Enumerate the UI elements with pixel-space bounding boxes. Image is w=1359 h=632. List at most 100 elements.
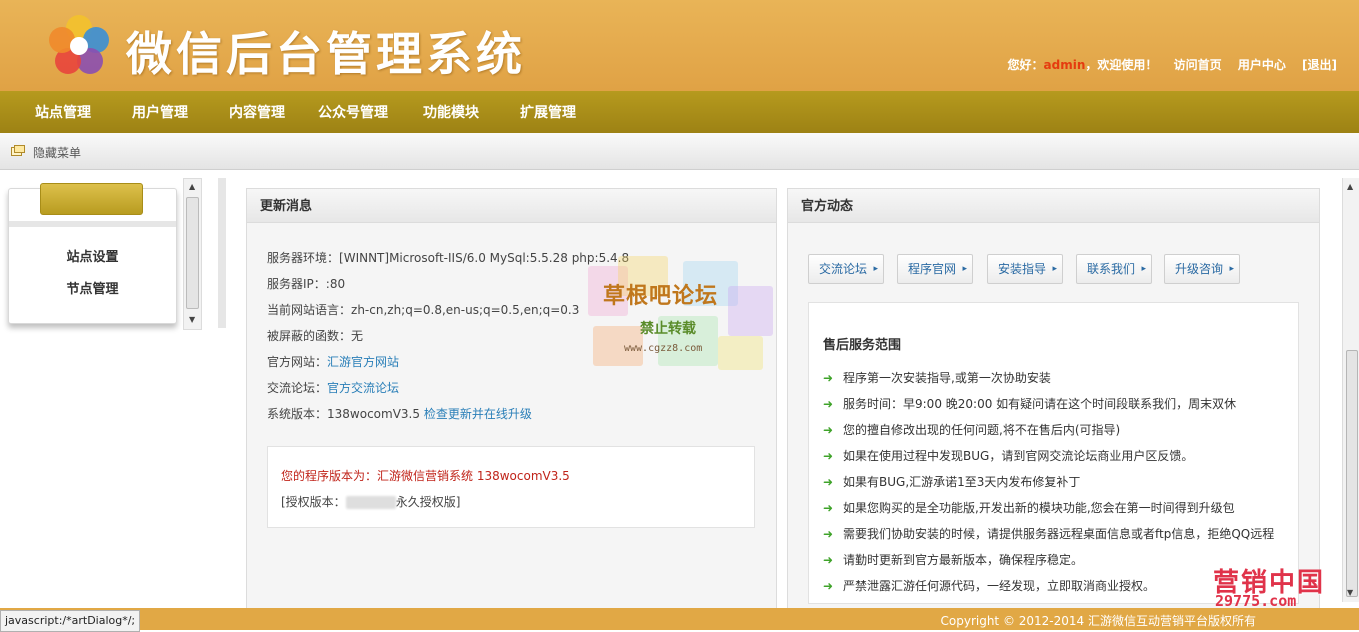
- disabled-functions-value: 无: [351, 329, 364, 343]
- main-nav: 站点管理 用户管理 内容管理 公众号管理 功能模块 扩展管理: [0, 91, 1359, 133]
- list-item: ➜ 服务时间：早9:00 晚20:00 如有疑问请在这个时间段联系我们，周末双休: [823, 395, 1236, 412]
- page-scrollbar[interactable]: ▲ ▼: [1342, 178, 1359, 602]
- forum-button[interactable]: 交流论坛 ▸: [808, 254, 885, 284]
- list-item: ➜ 您的擅自修改出现的任何问题,将不在售后内(可指导): [823, 421, 1120, 438]
- watermark-block: [718, 336, 763, 370]
- scroll-up-icon[interactable]: ▲: [1347, 182, 1353, 191]
- list-item: ➜ 需要我们协助安装的时候，请提供服务器远程桌面信息或者ftp信息，拒绝QQ远程: [823, 525, 1274, 542]
- list-item: ➜ 程序第一次安装指导,或第一次协助安装: [823, 369, 1051, 386]
- welcome-label: ，欢迎使用！: [1085, 58, 1158, 72]
- license-suffix: 永久授权版]: [395, 495, 461, 509]
- service-item-text: 需要我们协助安装的时候，请提供服务器远程桌面信息或者ftp信息，拒绝QQ远程: [843, 527, 1275, 541]
- green-arrow-icon: ➜: [823, 423, 834, 437]
- forum-line: 交流论坛：官方交流论坛: [267, 379, 399, 396]
- watermark-url: www.cgzz8.com: [624, 343, 703, 354]
- contact-us-button-label: 联系我们: [1087, 262, 1136, 276]
- sidebar-splitter[interactable]: [218, 178, 226, 328]
- sidebar-item-node-management[interactable]: 节点管理: [9, 278, 176, 297]
- nav-user-management[interactable]: 用户管理: [132, 91, 188, 133]
- service-item-text: 请勤时更新到官方最新版本，确保程序稳定。: [843, 553, 1084, 567]
- official-site-button[interactable]: 程序官网 ▸: [897, 254, 974, 284]
- service-item-text: 如果在使用过程中发现BUG，请到官网交流论坛商业用户区反馈。: [843, 449, 1194, 463]
- logout-link[interactable]: [退出]: [1302, 58, 1337, 72]
- official-site-button-label: 程序官网: [908, 262, 957, 276]
- list-item: ➜ 请勤时更新到官方最新版本，确保程序稳定。: [823, 551, 1083, 568]
- arrow-right-icon: ▸: [962, 264, 968, 274]
- green-arrow-icon: ➜: [823, 397, 834, 411]
- watermark-title: 草根吧论坛: [603, 284, 719, 309]
- nav-function-modules[interactable]: 功能模块: [423, 91, 479, 133]
- official-news-panel: 官方动态 交流论坛 ▸ 程序官网 ▸ 安装指导 ▸ 联系我们 ▸ 升级咨询 ▸ 售后服务范…: [787, 188, 1320, 610]
- visit-home-link[interactable]: 访问首页: [1174, 58, 1222, 72]
- official-site-link[interactable]: 汇游官方网站: [327, 355, 399, 369]
- nav-extension-management[interactable]: 扩展管理: [520, 91, 576, 133]
- version-box: 您的程序版本为：汇游微信营销系统 138wocomV3.5 [授权版本： 永久授权…: [267, 446, 755, 528]
- server-ip-label: 服务器IP：: [267, 277, 326, 291]
- service-item-text: 如果有BUG,汇游承诺1至3天内发布修复补丁: [843, 475, 1081, 489]
- official-site-line: 官方网站：汇游官方网站: [267, 353, 399, 370]
- hide-menu-icon[interactable]: [11, 145, 25, 156]
- update-panel-title: 更新消息: [247, 189, 776, 223]
- green-arrow-icon: ➜: [823, 501, 834, 515]
- scroll-up-icon[interactable]: ▲: [189, 182, 195, 191]
- upgrade-consult-button[interactable]: 升级咨询 ▸: [1164, 254, 1241, 284]
- forum-button-label: 交流论坛: [819, 262, 868, 276]
- service-item-text: 程序第一次安装指导,或第一次协助安装: [843, 371, 1051, 385]
- hide-menu-button[interactable]: 隐藏菜单: [33, 144, 81, 161]
- arrow-right-icon: ▸: [1141, 264, 1147, 274]
- forum-link[interactable]: 官方交流论坛: [327, 381, 399, 395]
- site-language-label: 当前网站语言：: [267, 303, 352, 317]
- forum-label: 交流论坛：: [267, 381, 328, 395]
- user-bar: 您好：admin，欢迎使用！ 访问首页 用户中心 [退出]: [1008, 56, 1337, 73]
- license-redacted: [345, 496, 396, 509]
- install-guide-button[interactable]: 安装指导 ▸: [987, 254, 1064, 284]
- copyright-text: Copyright © 2012-2014 汇游微信互动营销平台版权所有: [940, 614, 1257, 628]
- arrow-right-icon: ▸: [1229, 264, 1235, 274]
- watermark-subtitle: 禁止转载: [640, 321, 696, 337]
- official-panel-title: 官方动态: [788, 189, 1319, 223]
- server-env-value: [WINNT]Microsoft-IIS/6.0 MySql:5.5.28 ph…: [339, 251, 630, 265]
- list-item: ➜ 如果您购买的是全功能版,开发出新的模块功能,您会在第一时间得到升级包: [823, 499, 1235, 516]
- system-version-label: 系统版本：: [267, 407, 328, 421]
- list-item: ➜ 如果在使用过程中发现BUG，请到官网交流论坛商业用户区反馈。: [823, 447, 1193, 464]
- green-arrow-icon: ➜: [823, 527, 834, 541]
- forum-watermark: 草根吧论坛 禁止转载 www.cgzz8.com: [588, 256, 774, 372]
- system-version-value: 138wocomV3.5: [327, 407, 424, 421]
- scroll-down-icon[interactable]: ▼: [1347, 588, 1353, 597]
- footer: Copyright © 2012-2014 汇游微信互动营销平台版权所有: [0, 608, 1359, 630]
- arrow-right-icon: ▸: [1052, 264, 1058, 274]
- sidebar-divider: [9, 221, 176, 227]
- nav-official-account-management[interactable]: 公众号管理: [318, 91, 388, 133]
- server-ip-line: 服务器IP：:80: [267, 275, 345, 292]
- sub-toolbar: 隐藏菜单: [0, 133, 1359, 170]
- sidebar-item-site-settings[interactable]: 站点设置: [9, 246, 176, 265]
- sidebar-menu: 站点设置 节点管理: [8, 183, 177, 324]
- disabled-functions-line: 被屏蔽的函数：无: [267, 327, 363, 344]
- service-item-text: 严禁泄露汇游任何源代码，一经发现，立即取消商业授权。: [843, 579, 1156, 593]
- site-language-line: 当前网站语言：zh-cn,zh;q=0.8,en-us;q=0.5,en;q=0…: [267, 301, 579, 318]
- system-version-line: 系统版本：138wocomV3.5 检查更新并在线升级: [267, 405, 532, 422]
- green-arrow-icon: ➜: [823, 449, 834, 463]
- server-env-label: 服务器环境：: [267, 251, 340, 265]
- contact-us-button[interactable]: 联系我们 ▸: [1076, 254, 1153, 284]
- sidebar-scroll-thumb[interactable]: [186, 197, 199, 309]
- username: admin: [1043, 58, 1086, 72]
- sidebar-scrollbar[interactable]: ▲ ▼: [183, 178, 202, 330]
- page-scroll-thumb[interactable]: [1346, 350, 1358, 597]
- service-item-text: 如果您购买的是全功能版,开发出新的模块功能,您会在第一时间得到升级包: [843, 501, 1235, 515]
- nav-site-management[interactable]: 站点管理: [35, 91, 91, 133]
- service-item-text: 服务时间：早9:00 晚20:00 如有疑问请在这个时间段联系我们，周末双休: [843, 397, 1237, 411]
- site-language-value: zh-cn,zh;q=0.8,en-us;q=0.5,en;q=0.3: [351, 303, 580, 317]
- green-arrow-icon: ➜: [823, 553, 834, 567]
- logo-icon: [49, 15, 109, 74]
- scroll-down-icon[interactable]: ▼: [189, 315, 195, 324]
- disabled-functions-label: 被屏蔽的函数：: [267, 329, 352, 343]
- check-update-link[interactable]: 检查更新并在线升级: [424, 407, 532, 421]
- server-ip-value: :80: [325, 277, 346, 291]
- user-center-link[interactable]: 用户中心: [1238, 58, 1286, 72]
- license-prefix: [授权版本：: [281, 495, 346, 509]
- green-arrow-icon: ➜: [823, 371, 834, 385]
- official-site-label: 官方网站：: [267, 355, 328, 369]
- list-item: ➜ 如果有BUG,汇游承诺1至3天内发布修复补丁: [823, 473, 1080, 490]
- nav-content-management[interactable]: 内容管理: [229, 91, 285, 133]
